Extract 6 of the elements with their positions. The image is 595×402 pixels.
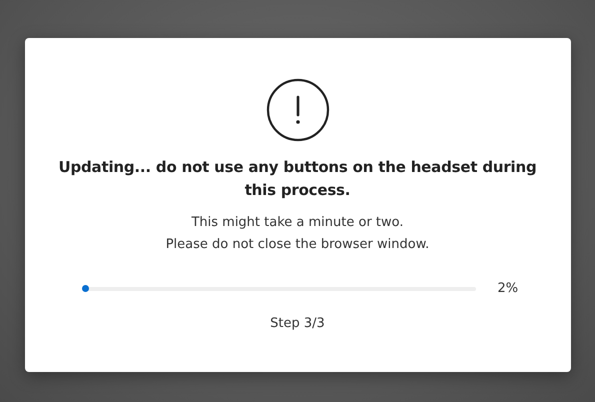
progress-percent: 2% bbox=[498, 281, 520, 296]
dialog-title: Updating... do not use any buttons on the headset during this process. bbox=[58, 157, 538, 201]
exclamation-icon bbox=[266, 78, 330, 142]
step-label: Step 3/3 bbox=[270, 316, 325, 331]
dialog-message: Please do not close the browser window. bbox=[166, 236, 430, 254]
dialog-message: This might take a minute or two. bbox=[191, 214, 404, 232]
